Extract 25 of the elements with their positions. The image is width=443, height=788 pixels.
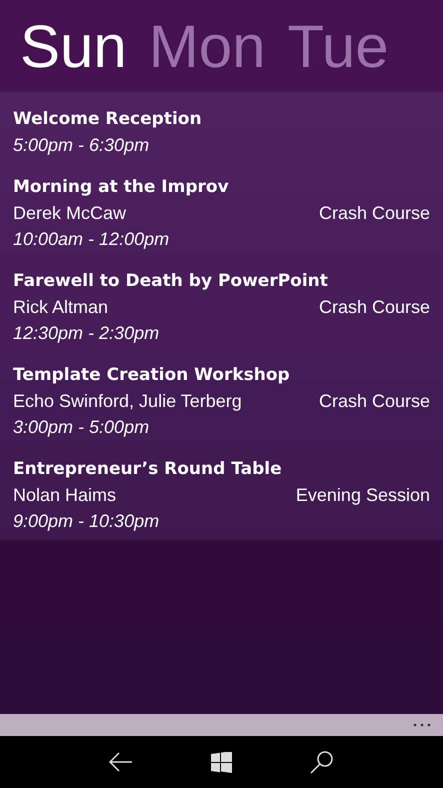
session-time: 3:00pm - 5:00pm: [13, 416, 150, 439]
session-title: Welcome Reception: [13, 108, 203, 131]
track-label: Evening Session: [296, 484, 430, 507]
track-label: Crash Course: [318, 390, 430, 413]
windows-logo-icon[interactable]: [211, 752, 232, 772]
session-time: 12:30pm - 2:30pm: [13, 322, 160, 345]
speaker-name: Echo Swinford, Julie Terberg: [13, 390, 242, 413]
speaker-name: Nolan Haims: [13, 484, 116, 507]
day-tab[interactable]: Tue: [287, 12, 389, 80]
session-time: 10:00am - 12:00pm: [13, 228, 170, 251]
session-title: Morning at the Improv: [13, 176, 230, 199]
session-time: 5:00pm - 6:30pm: [13, 134, 150, 157]
day-tab[interactable]: Sun: [20, 12, 127, 80]
session-title: Entrepreneur’s Round Table: [13, 458, 283, 481]
more-icon[interactable]: [413, 723, 431, 727]
day-tab[interactable]: Mon: [148, 12, 266, 80]
session-time: 9:00pm - 10:30pm: [13, 510, 160, 533]
session-title: Template Creation Workshop: [13, 364, 291, 387]
search-icon[interactable]: [310, 750, 334, 774]
back-icon[interactable]: [109, 752, 133, 772]
track-label: Crash Course: [318, 202, 430, 225]
speaker-name: Derek McCaw: [13, 202, 126, 225]
speaker-name: Rick Altman: [13, 296, 108, 319]
session-title: Farewell to Death by PowerPoint: [13, 270, 329, 293]
track-label: Crash Course: [318, 296, 430, 319]
